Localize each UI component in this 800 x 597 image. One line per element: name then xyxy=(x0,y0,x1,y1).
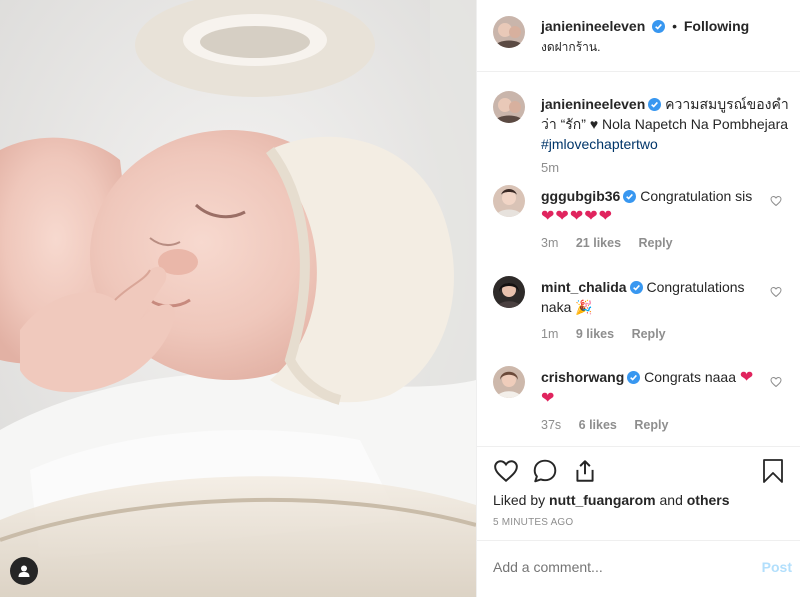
comment-meta: 1m 9 likes Reply xyxy=(541,327,666,341)
comment-emoji: ❤❤❤❤❤ xyxy=(541,208,614,225)
comment-3: crishorwang Congrats naaa ❤ ❤ xyxy=(541,367,763,409)
liked-by-others[interactable]: others xyxy=(687,492,730,508)
comment-text: Congratulation sis xyxy=(640,188,753,204)
share-icon[interactable] xyxy=(572,458,598,484)
speech-bubble-icon[interactable] xyxy=(532,458,558,484)
post-timestamp[interactable]: 5 MINUTES AGO xyxy=(493,517,573,528)
post-location[interactable]: งดฝากร้าน. xyxy=(541,38,600,57)
caption-avatar[interactable] xyxy=(493,91,525,123)
comment-avatar[interactable] xyxy=(493,276,525,308)
verified-badge-icon xyxy=(627,371,641,384)
comment-avatar[interactable] xyxy=(493,185,525,217)
comment-emoji: ❤ xyxy=(541,390,555,407)
liked-by-prefix: Liked by xyxy=(493,492,546,508)
caption-username[interactable]: janienineeleven xyxy=(541,96,645,112)
post-comment-button[interactable]: Post xyxy=(762,559,792,575)
post-side-panel: janienineeleven • Following งดฝากร้าน. j… xyxy=(476,0,800,597)
verified-badge-icon xyxy=(623,190,637,203)
divider xyxy=(477,540,800,541)
comment-username[interactable]: crishorwang xyxy=(541,369,624,385)
comment-meta: 37s 6 likes Reply xyxy=(541,418,668,432)
like-heart-icon[interactable] xyxy=(493,458,519,484)
comment-like-heart-icon[interactable] xyxy=(770,286,782,298)
reply-button[interactable]: Reply xyxy=(639,236,673,250)
header-separator: • xyxy=(672,18,677,34)
comment-like-heart-icon[interactable] xyxy=(770,376,782,388)
author-avatar[interactable] xyxy=(493,16,525,48)
author-username[interactable]: janienineeleven xyxy=(541,18,645,34)
liked-by-user[interactable]: nutt_fuangarom xyxy=(549,492,656,508)
post-photo[interactable] xyxy=(0,0,476,597)
bookmark-icon[interactable] xyxy=(761,458,785,484)
comment-time[interactable]: 37s xyxy=(541,418,561,432)
comment-emoji: 🎉 xyxy=(575,299,593,315)
verified-badge-icon xyxy=(652,20,666,33)
comment-time[interactable]: 1m xyxy=(541,327,558,341)
verified-badge-icon xyxy=(648,98,662,111)
caption-hashtag[interactable]: #jmlovechaptertwo xyxy=(541,136,658,152)
comment-meta: 3m 21 likes Reply xyxy=(541,236,673,250)
comment-emoji: ❤ xyxy=(739,369,754,386)
comment-username[interactable]: mint_chalida xyxy=(541,279,627,295)
liked-by-and: and xyxy=(659,492,683,508)
comment-2: mint_chalida Congratulations naka 🎉 xyxy=(541,277,763,317)
comment-1: gggubgib36 Congratulation sis ❤❤❤❤❤ xyxy=(541,186,763,227)
comment-likes[interactable]: 9 likes xyxy=(576,327,614,341)
comment-avatar[interactable] xyxy=(493,366,525,398)
reply-button[interactable]: Reply xyxy=(632,327,666,341)
comment-like-heart-icon[interactable] xyxy=(770,195,782,207)
comment-likes[interactable]: 21 likes xyxy=(576,236,621,250)
comment-username[interactable]: gggubgib36 xyxy=(541,188,620,204)
liked-by-line: Liked by nutt_fuangarom and others xyxy=(493,492,730,508)
post-header: janienineeleven • Following งดฝากร้าน. xyxy=(477,0,800,72)
instagram-post: janienineeleven • Following งดฝากร้าน. j… xyxy=(0,0,800,597)
tag-people-button[interactable] xyxy=(10,557,38,585)
newborn-baby-photo xyxy=(0,0,476,597)
add-comment-input[interactable] xyxy=(493,556,733,578)
reply-button[interactable]: Reply xyxy=(634,418,668,432)
comment-text: Congrats naaa xyxy=(644,369,736,385)
caption-time[interactable]: 5m xyxy=(541,160,559,175)
post-caption: janienineeleven ความสมบูรณ์ของคำว่า “รัก… xyxy=(541,94,789,154)
verified-badge-icon xyxy=(629,281,643,294)
following-button[interactable]: Following xyxy=(684,18,749,34)
divider xyxy=(477,446,800,447)
header-title-row: janienineeleven • Following xyxy=(541,18,749,34)
comment-likes[interactable]: 6 likes xyxy=(579,418,617,432)
person-tag-icon xyxy=(18,565,30,577)
comment-time[interactable]: 3m xyxy=(541,236,558,250)
